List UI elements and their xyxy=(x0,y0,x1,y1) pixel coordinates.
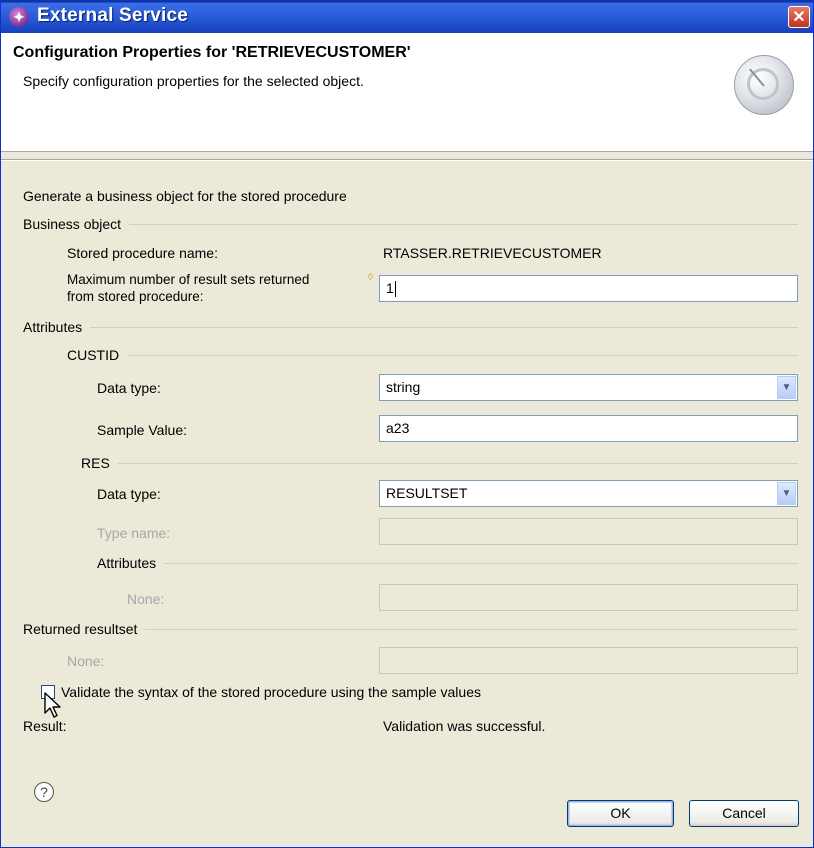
chevron-down-icon[interactable]: ▼ xyxy=(777,482,796,505)
stored-procedure-label: Stored procedure name: xyxy=(67,245,218,261)
stored-procedure-value: RTASSER.RETRIEVECUSTOMER xyxy=(383,245,602,261)
result-value: Validation was successful. xyxy=(383,718,546,734)
returned-resultset-none-input xyxy=(379,647,798,674)
res-attributes-group: Attributes xyxy=(97,555,798,571)
page-description: Specify configuration properties for the… xyxy=(23,73,364,89)
cancel-button[interactable]: Cancel xyxy=(689,800,799,827)
custid-group: CUSTID xyxy=(67,347,798,363)
attributes-group: Attributes xyxy=(23,319,798,335)
plug-icon: ✦ xyxy=(9,7,29,27)
res-data-type-select[interactable]: RESULTSET ▼ xyxy=(379,480,798,507)
custid-data-type-label: Data type: xyxy=(97,380,161,396)
returned-resultset-group: Returned resultset xyxy=(23,621,798,637)
header-separator xyxy=(1,159,813,161)
res-type-name-input xyxy=(379,518,798,545)
returned-resultset-none-label: None: xyxy=(67,653,105,669)
custid-data-type-select[interactable]: string ▼ xyxy=(379,374,798,401)
returned-resultset-group-label: Returned resultset xyxy=(23,621,146,637)
page-title: Configuration Properties for 'RETRIEVECU… xyxy=(13,44,411,61)
custid-sample-value-input[interactable]: a23 xyxy=(379,415,798,442)
custid-group-label: CUSTID xyxy=(67,347,128,363)
close-button[interactable]: ✕ xyxy=(788,6,810,28)
business-object-group-label: Business object xyxy=(23,216,130,232)
external-service-dialog: ✦ External Service ✕ Configuration Prope… xyxy=(0,0,814,848)
max-result-sets-input[interactable]: 1 xyxy=(379,275,798,302)
intro-text: Generate a business object for the store… xyxy=(23,188,347,204)
wizard-dial-icon xyxy=(734,55,794,115)
attributes-group-label: Attributes xyxy=(23,319,91,335)
max-result-sets-label: Maximum number of result sets returned f… xyxy=(67,272,310,304)
res-attributes-none-label: None: xyxy=(127,591,165,607)
window-title: External Service xyxy=(37,5,189,26)
result-label: Result: xyxy=(23,718,67,734)
res-attributes-group-label: Attributes xyxy=(97,555,165,571)
custid-sample-value-label: Sample Value: xyxy=(97,422,188,438)
validate-label[interactable]: Validate the syntax of the stored proced… xyxy=(61,684,481,700)
res-data-type-label: Data type: xyxy=(97,486,161,502)
title-bar[interactable]: ✦ External Service ✕ xyxy=(1,1,813,33)
res-type-name-label: Type name: xyxy=(97,525,171,541)
business-object-group: Business object xyxy=(23,216,798,232)
res-group: RES xyxy=(81,455,798,471)
info-decorator-icon: ◊ xyxy=(368,272,373,283)
res-group-label: RES xyxy=(81,455,118,471)
ok-button[interactable]: OK xyxy=(567,800,674,827)
chevron-down-icon[interactable]: ▼ xyxy=(777,376,796,399)
mouse-pointer-icon xyxy=(44,692,61,718)
help-icon[interactable]: ? xyxy=(34,782,54,802)
res-attributes-none-input xyxy=(379,584,798,611)
